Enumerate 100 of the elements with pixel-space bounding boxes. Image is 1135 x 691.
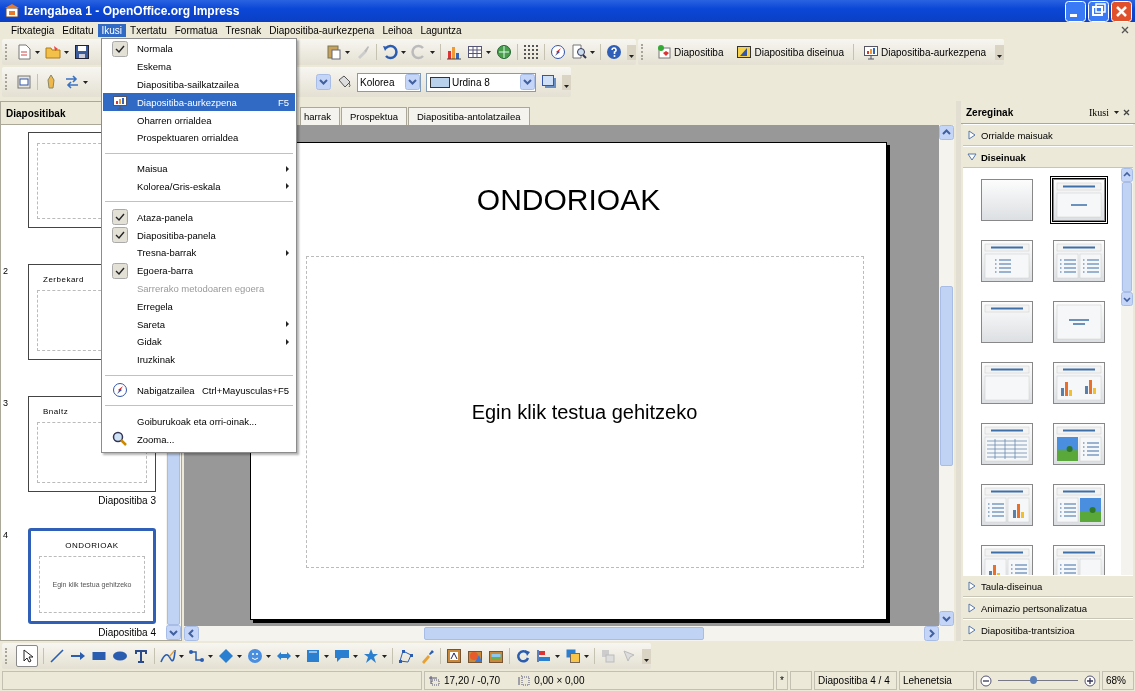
dropdown-arrow-icon[interactable] — [590, 50, 595, 54]
layout-thumbnail[interactable] — [978, 176, 1036, 224]
scroll-thumb[interactable] — [940, 285, 953, 466]
zoom-out-icon[interactable] — [980, 674, 992, 687]
dropdown-arrow-icon[interactable] — [486, 50, 491, 54]
toolbar-button[interactable]: Diapositiba diseinua — [732, 44, 848, 60]
toolbar-overflow-icon[interactable] — [627, 44, 636, 60]
menu-item[interactable]: Fitxategia — [7, 23, 59, 37]
dropdown-arrow-icon[interactable] — [401, 50, 406, 54]
scroll-thumb[interactable] — [424, 627, 704, 640]
dropdown-arrow-icon[interactable] — [295, 654, 300, 658]
view-menu-button[interactable]: Ikusi — [1089, 106, 1119, 118]
undo-icon[interactable] — [382, 44, 398, 60]
layout-thumbnail[interactable] — [1050, 359, 1108, 407]
area-color-select[interactable]: Urdina 8 — [426, 72, 536, 92]
dropdown-arrow-icon[interactable] — [324, 654, 329, 658]
dropdown-arrow-icon[interactable] — [208, 654, 213, 658]
zoom-in-icon[interactable] — [1084, 674, 1096, 687]
toolbar-button[interactable]: Diapositiba-aurkezpena — [859, 44, 991, 60]
line-icon[interactable] — [49, 648, 65, 664]
text-icon[interactable] — [133, 648, 149, 664]
align-icon[interactable] — [536, 648, 552, 664]
section-header[interactable]: Diapositiba-trantsizioa — [963, 619, 1133, 641]
toolbar-overflow-icon[interactable] — [562, 74, 571, 90]
globe-icon[interactable] — [496, 44, 512, 60]
dropdown-arrow-icon[interactable] — [237, 654, 242, 658]
menu-item[interactable]: Txertatu — [126, 23, 171, 37]
diamond-icon[interactable] — [218, 648, 234, 664]
layout-thumbnail[interactable] — [978, 237, 1036, 285]
area-style-select[interactable]: Kolorea — [357, 72, 421, 92]
help-icon[interactable] — [606, 44, 622, 60]
menu-item[interactable]: Diapositiba-aurkezpena F5 — [103, 93, 295, 112]
toolbar-icon[interactable] — [16, 74, 32, 90]
close-icon[interactable] — [1121, 26, 1129, 34]
menu-item[interactable]: Leihoa — [378, 23, 417, 37]
connector-icon[interactable] — [189, 648, 205, 664]
toolbar-overflow-icon[interactable] — [995, 44, 1005, 60]
zoom-slider-thumb[interactable] — [1030, 676, 1037, 684]
section-header[interactable]: Animazio pertsonalizatua — [963, 597, 1133, 619]
menu-item[interactable]: Laguntza — [416, 23, 466, 37]
dropdown-arrow-icon[interactable] — [179, 654, 184, 658]
dropdown-arrow-icon[interactable] — [266, 654, 271, 658]
menu-item[interactable]: Formatua — [170, 23, 222, 37]
insert-image-icon[interactable] — [467, 648, 483, 664]
menu-item[interactable]: Ikusi — [97, 23, 127, 37]
close-icon[interactable] — [1123, 108, 1130, 116]
dropdown-arrow-icon[interactable] — [555, 654, 560, 658]
section-header[interactable]: Taula-diseinua — [963, 575, 1133, 597]
dropdown-arrow-icon[interactable] — [35, 50, 40, 54]
dropdown-arrow-icon[interactable] — [584, 654, 589, 658]
layout-thumbnail[interactable] — [1050, 481, 1108, 529]
scrollbar[interactable] — [1121, 168, 1133, 575]
dropdown-arrow-icon[interactable] — [382, 654, 387, 658]
save-icon[interactable] — [74, 44, 90, 60]
toolbar-button[interactable]: Diapositiba — [652, 44, 728, 60]
text-placeholder[interactable]: Egin klik testua gehitzeko — [305, 256, 864, 568]
layout-thumbnail[interactable] — [978, 420, 1036, 468]
dropdown-arrow-icon[interactable] — [430, 50, 435, 54]
flowchart-icon[interactable] — [305, 648, 321, 664]
menu-item[interactable]: Normala — [103, 40, 295, 58]
compass-icon[interactable] — [550, 44, 566, 60]
fontwork-icon[interactable] — [446, 648, 462, 664]
dropdown-arrow-icon[interactable] — [64, 50, 69, 54]
layout-thumbnail[interactable] — [1050, 237, 1108, 285]
table-icon[interactable] — [467, 44, 483, 60]
rotate-icon[interactable] — [515, 648, 531, 664]
menu-item[interactable]: Tresnak — [221, 23, 266, 37]
chart-icon[interactable] — [446, 44, 462, 60]
star-icon[interactable] — [363, 648, 379, 664]
slide-title[interactable]: ONDORIOAK — [476, 183, 661, 223]
gallery-icon[interactable] — [488, 648, 504, 664]
maximize-icon[interactable] — [1088, 0, 1109, 22]
layout-thumbnail[interactable] — [978, 481, 1036, 529]
arrows-icon[interactable] — [64, 74, 80, 90]
arrange-icon[interactable] — [565, 648, 581, 664]
view-tab[interactable]: Diapositiba-antolatzailea — [408, 107, 530, 125]
points-icon[interactable] — [398, 648, 414, 664]
select-button[interactable] — [16, 645, 38, 667]
view-tab[interactable]: Prospektua — [340, 107, 407, 125]
dropdown-arrow-icon[interactable] — [345, 50, 350, 54]
section-header[interactable]: Orrialde maisuak — [963, 124, 1133, 146]
menu-item[interactable]: Diapositiba-aurkezpena — [265, 23, 379, 37]
scrollbar[interactable] — [184, 626, 954, 641]
view-tab[interactable]: harrak — [300, 107, 340, 125]
layout-thumbnail[interactable] — [978, 359, 1036, 407]
section-header[interactable]: Diseinuak — [963, 146, 1133, 168]
menu-item[interactable]: Diapositiba-sailkatzailea — [103, 75, 295, 94]
dropdown-arrow-icon[interactable] — [83, 80, 88, 84]
callout-icon[interactable] — [334, 648, 350, 664]
minimize-icon[interactable] — [1065, 0, 1086, 22]
toolbar-overflow-icon[interactable] — [642, 648, 651, 664]
scrollbar[interactable] — [939, 125, 954, 626]
dropdown-arrow-icon[interactable] — [353, 654, 358, 658]
menu-item[interactable]: Eskema — [103, 57, 295, 76]
layout-thumbnail[interactable] — [978, 298, 1036, 346]
layout-thumbnail[interactable] — [1050, 298, 1108, 346]
shadow-icon[interactable] — [541, 74, 557, 90]
zoom-icon[interactable] — [571, 44, 587, 60]
menu-item[interactable]: Oharren orrialdea — [103, 111, 295, 129]
glue-icon[interactable] — [419, 648, 435, 664]
